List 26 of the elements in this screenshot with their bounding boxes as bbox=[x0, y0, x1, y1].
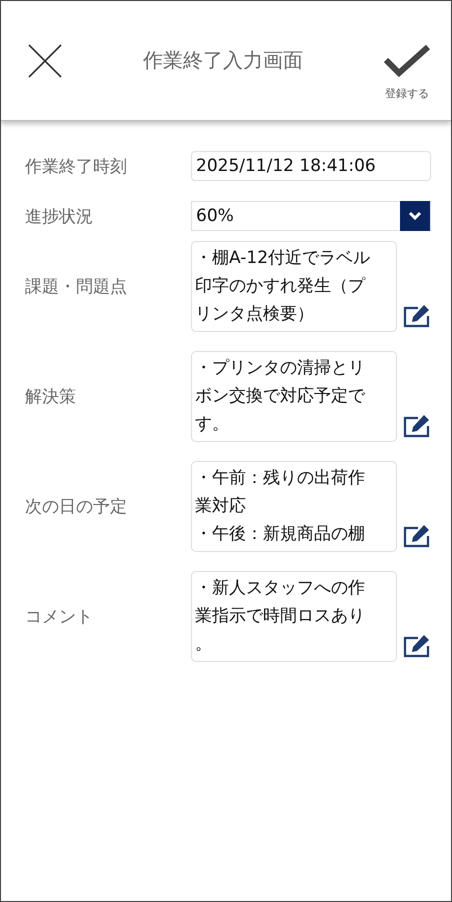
edit-icon bbox=[403, 304, 431, 328]
edit-button[interactable] bbox=[403, 634, 431, 658]
edit-icon bbox=[403, 524, 431, 548]
edit-icon bbox=[403, 414, 431, 438]
field-label: 課題・問題点 bbox=[25, 276, 128, 298]
chevron-down-icon bbox=[408, 211, 422, 221]
text-area[interactable]: ・棚A-12付近でラベル 印字のかすれ発生（プ リンタ点検要） bbox=[191, 241, 397, 332]
register-button[interactable]: 登録する bbox=[383, 44, 431, 101]
progress-select[interactable]: 60% bbox=[191, 201, 431, 231]
edit-button[interactable] bbox=[403, 304, 431, 328]
close-icon bbox=[27, 42, 63, 78]
text-area[interactable]: ・新人スタッフへの作 業指示で時間ロスあり 。 bbox=[191, 571, 397, 662]
edit-button[interactable] bbox=[403, 524, 431, 548]
edit-icon bbox=[403, 634, 431, 658]
text-area[interactable]: ・午前：残りの出荷作 業対応 ・午後：新規商品の棚 bbox=[191, 461, 397, 552]
time-field[interactable]: 2025/11/12 18:41:06 bbox=[191, 151, 431, 181]
field-label: 進捗状況 bbox=[25, 206, 94, 228]
field-label: 解決策 bbox=[25, 386, 77, 408]
checkmark-icon bbox=[383, 44, 431, 78]
screen-title: 作業終了入力画面 bbox=[143, 47, 303, 74]
edit-button[interactable] bbox=[403, 414, 431, 438]
field-label: 作業終了時刻 bbox=[25, 156, 128, 178]
field-label: 次の日の予定 bbox=[25, 496, 128, 518]
close-button[interactable] bbox=[27, 42, 63, 78]
field-label: コメント bbox=[25, 606, 94, 628]
text-area[interactable]: ・プリンタの清掃とリ ボン交換で対応予定で す。 bbox=[191, 351, 397, 442]
